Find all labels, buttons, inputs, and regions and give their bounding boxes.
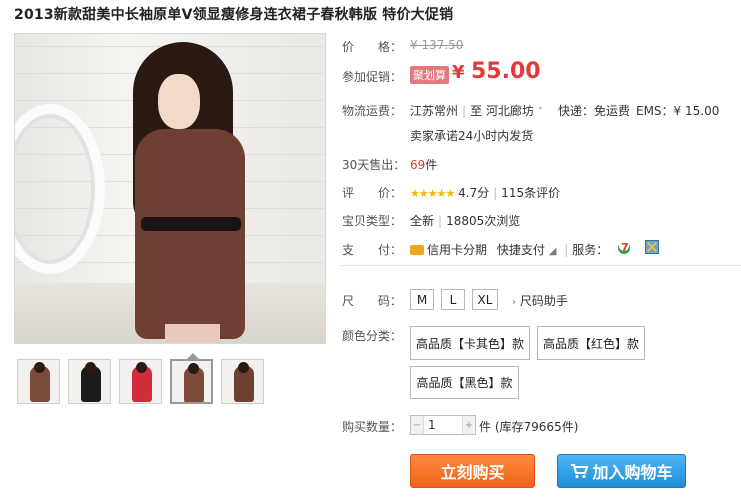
add-to-cart-label: 加入购物车 [592,463,673,482]
model-legs [165,324,220,343]
promo-price: 55.00 [471,59,541,84]
sales-count: 69 [410,158,426,172]
thumbnail[interactable] [68,359,111,404]
rating-score: 4.7分 [458,186,490,200]
original-price: ¥ 137.50 [410,38,464,52]
quick-pay-select[interactable]: 快捷支付 ◢ [497,243,557,257]
promo-label: 参加促销： [342,70,403,84]
rating-label: 评 价： [342,186,403,200]
model-belt [141,217,241,231]
payment-label: 支 付： [342,243,403,257]
price-label: 价 格： [342,40,403,54]
service-label: 服务： [572,243,609,257]
item-type-label: 宝贝类型： [342,214,403,228]
ship-to-select[interactable]: 河北廊坊 ˇ [486,104,543,118]
chevron-right-icon: › [512,297,516,308]
quantity-stepper: − 1 + [410,415,476,435]
thumbnail[interactable] [17,359,60,404]
model-face [158,74,200,129]
sales-unit: 件 [425,158,438,172]
promo-currency: ¥ [452,62,465,83]
chevron-down-icon: ˇ [537,107,543,118]
buy-now-button[interactable]: 立刻购买 [410,454,535,488]
quantity-increase-button[interactable]: + [463,416,475,434]
product-title: 2013新款甜美中长袖原单V领显瘦修身连衣裙子春秋韩版 特价大促销 [14,7,454,23]
size-option-xl[interactable]: XL [472,289,498,310]
size-option-l[interactable]: L [441,289,465,310]
item-condition: 全新 [410,214,435,228]
size-label: 尺 码： [342,294,403,308]
juhuasuan-badge: 聚划算 [410,66,449,84]
express-fee: 快递：免运费 [558,104,631,118]
star-rating-icon: ★★★★★ [410,187,455,200]
divider [340,265,741,266]
color-option-khaki[interactable]: 高品质【卡其色】款 [410,326,530,360]
review-count-link[interactable]: 115条评价 [501,186,560,200]
quantity-decrease-button[interactable]: − [411,416,423,434]
payment-methods: 信用卡分期 快捷支付 ◢ | 服务： [410,241,608,258]
sales-label: 30天售出： [342,158,406,172]
chevron-down-icon: ◢ [548,246,557,257]
model-dress [135,129,245,339]
shipping-route: 江苏常州 | 至 河北廊坊 ˇ [410,104,543,118]
ems-fee: EMS：¥ 15.00 [636,104,720,118]
quantity-input[interactable]: 1 [423,416,463,434]
main-product-image[interactable] [14,33,326,344]
size-option-m[interactable]: M [410,289,434,310]
quantity-label: 购买数量： [342,420,403,434]
ship-from: 江苏常州 [410,104,459,118]
add-to-cart-button[interactable]: 加入购物车 [557,454,686,488]
credit-card-icon [410,244,424,255]
rating-wrap: ★★★★★ 4.7分 | 115条评价 [410,186,561,200]
stock-info: 件 (库存79665件) [479,420,579,434]
ship-promise: 卖家承诺24小时内发货 [410,129,534,143]
view-count: 18805次浏览 [446,214,521,228]
thumbnail-strip [17,359,264,404]
size-helper-link[interactable]: › 尺码助手 [512,292,568,309]
thumbnail-selected[interactable] [170,359,213,404]
color-label: 颜色分类： [342,329,403,343]
color-option-red[interactable]: 高品质【红色】款 [537,326,645,360]
svg-text:7: 7 [621,241,629,254]
seven-day-return-icon[interactable]: 7 [616,239,632,255]
cart-icon [571,464,589,479]
thumbnail[interactable] [119,359,162,404]
color-option-black[interactable]: 高品质【黑色】款 [410,366,519,399]
ship-to-prefix: 至 [470,104,483,118]
shipping-label: 物流运费： [342,104,403,118]
credit-installment-link[interactable]: 信用卡分期 [427,243,487,257]
consumer-protection-icon[interactable] [645,240,659,254]
thumbnail[interactable] [221,359,264,404]
sales-count-wrap: 69件 [410,156,437,173]
item-type-wrap: 全新 | 18805次浏览 [410,214,521,228]
